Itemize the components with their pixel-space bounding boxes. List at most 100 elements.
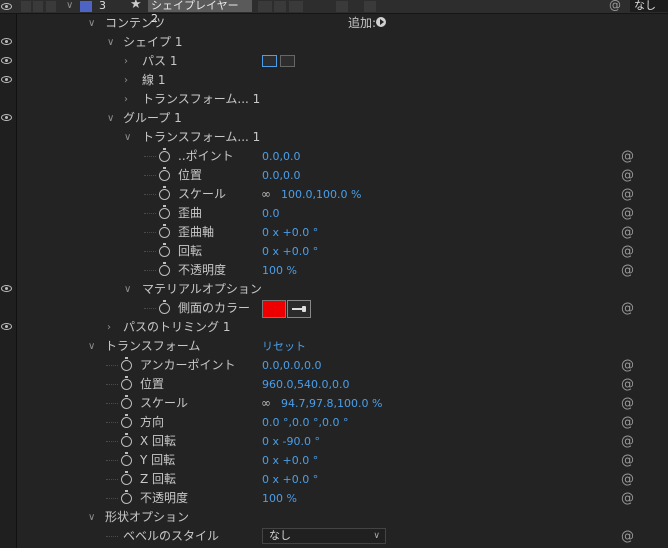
- add-menu-label[interactable]: 追加:: [348, 14, 376, 33]
- twirl-chevron-icon[interactable]: ›: [124, 71, 128, 90]
- property-row-rotation[interactable]: 回転 0 x +0.0 ° @: [0, 242, 668, 261]
- eye-icon[interactable]: [1, 285, 12, 292]
- spiral-icon[interactable]: @: [621, 527, 634, 546]
- spiral-icon[interactable]: @: [621, 185, 634, 204]
- twirl-chevron-icon[interactable]: ›: [107, 318, 111, 337]
- property-row-trim-paths[interactable]: › パスのトリミング 1: [0, 318, 668, 337]
- property-value[interactable]: 100 %: [262, 489, 297, 508]
- layer-name[interactable]: シェイプレイヤー 2: [148, 0, 252, 25]
- layer-header-row[interactable]: ∨ 3 ★ シェイプレイヤー 2 @ なし: [0, 0, 668, 25]
- property-row-layer-scale[interactable]: スケール ∞ 94.7,97.8,100.0 % @: [0, 394, 668, 413]
- chain-link-icon[interactable]: ∞: [261, 394, 271, 413]
- property-value[interactable]: 100.0,100.0 %: [281, 185, 361, 204]
- stopwatch-icon[interactable]: [159, 186, 170, 200]
- spiral-icon[interactable]: @: [621, 413, 634, 432]
- property-row-contents[interactable]: ∨ コンテンツ 追加:: [0, 14, 668, 33]
- property-row-shape-1[interactable]: ∨ シェイプ 1: [0, 33, 668, 52]
- collapse-switch-icon[interactable]: [274, 1, 286, 12]
- spiral-icon[interactable]: @: [621, 489, 634, 508]
- twirl-chevron-icon[interactable]: ∨: [124, 280, 131, 299]
- property-value[interactable]: 0 x +0.0 °: [262, 451, 318, 470]
- property-row-shape-transform[interactable]: › トランスフォーム... 1: [0, 90, 668, 109]
- twirl-chevron-icon[interactable]: ∨: [88, 508, 95, 527]
- path-direction-forward-icon[interactable]: [262, 55, 277, 67]
- reset-link[interactable]: リセット: [262, 337, 306, 356]
- property-row-layer-position[interactable]: 位置 960.0,540.0,0.0 @: [0, 375, 668, 394]
- twirl-chevron-icon[interactable]: ∨: [107, 33, 114, 52]
- stopwatch-icon[interactable]: [159, 243, 170, 257]
- property-row-skew-axis[interactable]: 歪曲軸 0 x +0.0 ° @: [0, 223, 668, 242]
- spiral-icon[interactable]: @: [621, 166, 634, 185]
- property-value[interactable]: 0 x +0.0 °: [262, 242, 318, 261]
- stopwatch-icon[interactable]: [121, 490, 132, 504]
- property-row-bevel-style[interactable]: ベベルのスタイル なし ∨ @: [0, 527, 668, 546]
- 3d-layer-switch-icon[interactable]: [364, 1, 376, 12]
- property-value[interactable]: 100 %: [262, 261, 297, 280]
- solo-toggle[interactable]: [21, 1, 31, 12]
- property-row-geometry-options[interactable]: ∨ 形状オプション: [0, 508, 668, 527]
- spiral-icon[interactable]: @: [621, 242, 634, 261]
- eye-icon[interactable]: [1, 3, 12, 10]
- path-direction-icons[interactable]: [262, 55, 296, 68]
- label-toggle[interactable]: [46, 1, 56, 12]
- stopwatch-icon[interactable]: [121, 452, 132, 466]
- twirl-chevron-icon[interactable]: ›: [124, 52, 128, 71]
- property-value[interactable]: 0.0: [262, 204, 280, 223]
- spiral-icon[interactable]: @: [621, 394, 634, 413]
- eye-icon[interactable]: [1, 38, 12, 45]
- spiral-icon[interactable]: @: [621, 204, 634, 223]
- stopwatch-icon[interactable]: [121, 376, 132, 390]
- add-arrow-icon[interactable]: [376, 17, 386, 27]
- stopwatch-icon[interactable]: [121, 471, 132, 485]
- property-row-group-1[interactable]: ∨ グループ 1: [0, 109, 668, 128]
- stopwatch-icon[interactable]: [159, 224, 170, 238]
- stopwatch-icon[interactable]: [121, 414, 132, 428]
- property-row-group-transform[interactable]: ∨ トランスフォーム... 1: [0, 128, 668, 147]
- spiral-icon[interactable]: @: [621, 261, 634, 280]
- side-color-swatch[interactable]: [262, 300, 286, 318]
- spiral-icon[interactable]: @: [621, 470, 634, 489]
- bevel-style-dropdown[interactable]: なし ∨: [262, 528, 386, 544]
- motion-blur-switch-icon[interactable]: [336, 1, 348, 12]
- property-value[interactable]: 94.7,97.8,100.0 %: [281, 394, 382, 413]
- spiral-icon[interactable]: @: [621, 356, 634, 375]
- property-value[interactable]: 0 x -90.0 °: [262, 432, 320, 451]
- twirl-chevron-icon[interactable]: ›: [124, 90, 128, 109]
- property-row-stroke-1[interactable]: › 線 1: [0, 71, 668, 90]
- property-row-material-options[interactable]: ∨ マテリアルオプション: [0, 280, 668, 299]
- spiral-icon[interactable]: @: [621, 432, 634, 451]
- stopwatch-icon[interactable]: [159, 167, 170, 181]
- property-value[interactable]: 0.0,0.0,0.0: [262, 356, 321, 375]
- parent-dropdown[interactable]: なし: [630, 0, 668, 12]
- property-row-scale[interactable]: スケール ∞ 100.0,100.0 % @: [0, 185, 668, 204]
- property-value[interactable]: 960.0,540.0,0.0: [262, 375, 349, 394]
- twirl-chevron-icon[interactable]: ∨: [88, 14, 95, 33]
- property-value[interactable]: 0 x +0.0 °: [262, 470, 318, 489]
- label-color-swatch[interactable]: [80, 1, 92, 12]
- property-value[interactable]: 0 x +0.0 °: [262, 223, 318, 242]
- spiral-icon[interactable]: @: [621, 299, 634, 318]
- spiral-icon[interactable]: @: [621, 223, 634, 242]
- property-row-position[interactable]: 位置 0.0,0.0 @: [0, 166, 668, 185]
- property-row-y-rotation[interactable]: Y 回転 0 x +0.0 ° @: [0, 451, 668, 470]
- layer-twirl-chevron-icon[interactable]: ∨: [66, 0, 73, 15]
- property-row-orientation[interactable]: 方向 0.0 °,0.0 °,0.0 ° @: [0, 413, 668, 432]
- stopwatch-icon[interactable]: [159, 262, 170, 276]
- chain-link-icon[interactable]: ∞: [261, 185, 271, 204]
- stopwatch-icon[interactable]: [159, 205, 170, 219]
- property-row-layer-opacity[interactable]: 不透明度 100 % @: [0, 489, 668, 508]
- eyedropper-icon[interactable]: [287, 300, 311, 318]
- eye-icon[interactable]: [1, 76, 12, 83]
- eye-icon[interactable]: [1, 114, 12, 121]
- property-value[interactable]: 0.0 °,0.0 °,0.0 °: [262, 413, 348, 432]
- stopwatch-icon[interactable]: [121, 357, 132, 371]
- twirl-chevron-icon[interactable]: ∨: [124, 128, 131, 147]
- property-row-side-color[interactable]: 側面のカラー @: [0, 299, 668, 318]
- property-row-layer-transform[interactable]: ∨ トランスフォーム リセット: [0, 337, 668, 356]
- property-row-z-rotation[interactable]: Z 回転 0 x +0.0 ° @: [0, 470, 668, 489]
- property-row-skew[interactable]: 歪曲 0.0 @: [0, 204, 668, 223]
- quality-switch-icon[interactable]: [289, 1, 303, 12]
- property-row-x-rotation[interactable]: X 回転 0 x -90.0 ° @: [0, 432, 668, 451]
- parent-pickwhip-icon[interactable]: @: [609, 0, 621, 12]
- stopwatch-icon[interactable]: [159, 300, 170, 314]
